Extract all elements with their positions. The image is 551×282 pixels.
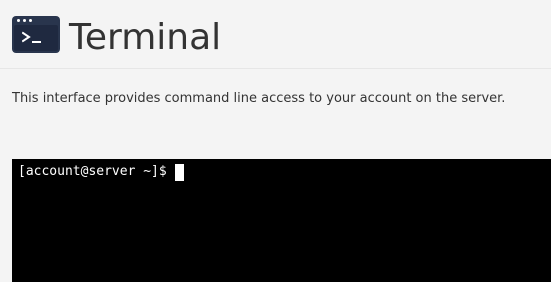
- window-dots-icon: [17, 19, 32, 22]
- page-description: This interface provides command line acc…: [12, 91, 506, 106]
- terminal-prompt-line: [account@server ~]$: [18, 162, 184, 182]
- terminal-prompt: [account@server ~]$: [18, 164, 167, 179]
- terminal-window[interactable]: [account@server ~]$: [12, 159, 551, 282]
- header-divider: [0, 68, 551, 69]
- terminal-app-icon: [12, 16, 60, 53]
- page-title: Terminal: [69, 17, 222, 58]
- terminal-cursor: [174, 164, 184, 181]
- prompt-symbol-icon: [22, 31, 41, 43]
- page-header: Terminal: [0, 0, 551, 68]
